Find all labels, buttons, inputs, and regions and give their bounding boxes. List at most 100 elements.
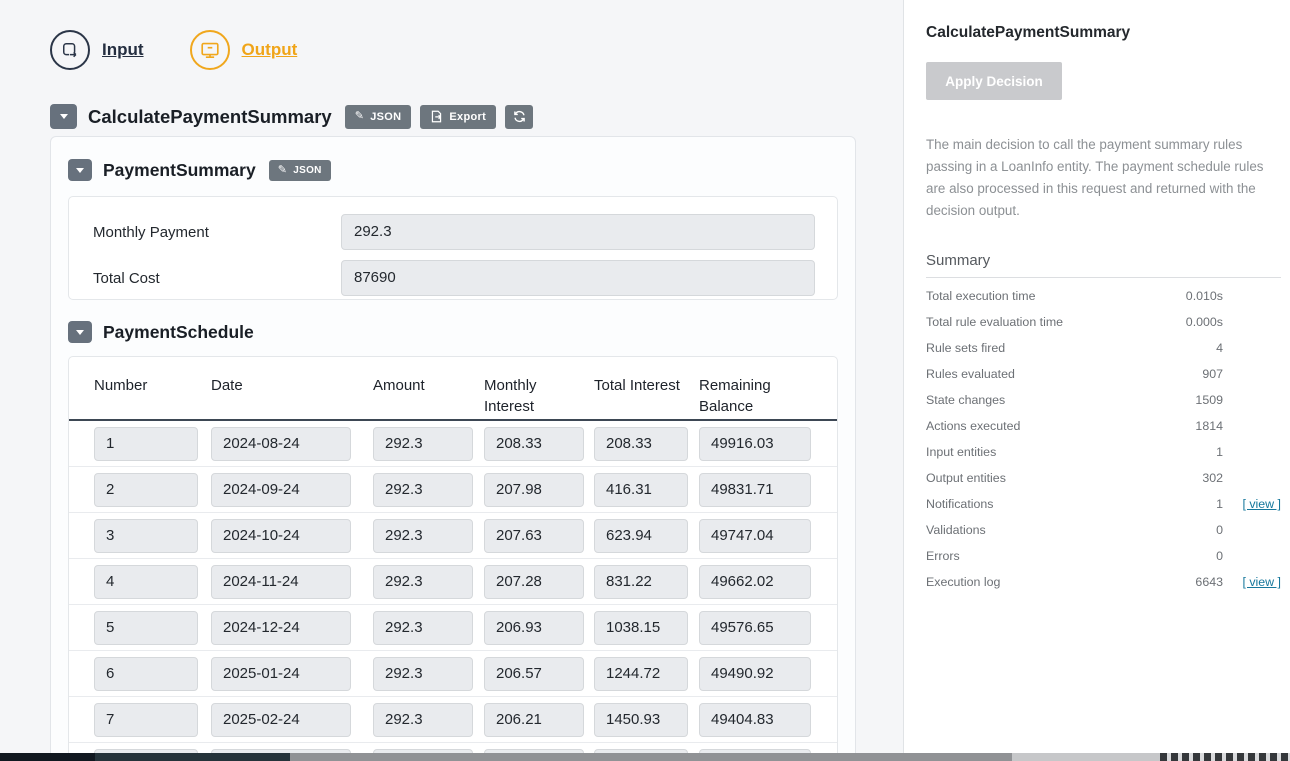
panel-title: CalculatePaymentSummary xyxy=(926,24,1280,42)
column-header-number: Number xyxy=(94,375,198,419)
cell-monthly-interest[interactable]: 208.33 xyxy=(484,427,584,461)
summary-stat-row: Notifications1[ view ] xyxy=(926,491,1281,517)
bottom-bar-segment xyxy=(1012,753,1160,761)
bottom-bar-segment xyxy=(0,753,95,761)
cell-total-interest[interactable]: 623.94 xyxy=(594,519,688,553)
cell-total-interest[interactable]: 208.33 xyxy=(594,427,688,461)
cell-remaining-balance[interactable]: 49916.03 xyxy=(699,427,811,461)
cell-number[interactable]: 1 xyxy=(94,427,198,461)
cell-date[interactable]: 2025-01-24 xyxy=(211,657,351,691)
cell-monthly-interest[interactable]: 207.28 xyxy=(484,565,584,599)
cell-number[interactable]: 7 xyxy=(94,703,198,737)
cell-amount[interactable]: 292.3 xyxy=(373,611,473,645)
table-row: 6 2025-01-24 292.3 206.57 1244.72 49490.92 xyxy=(69,651,837,697)
bottom-bar-scrollbar[interactable] xyxy=(290,753,1012,761)
apply-decision-button[interactable]: Apply Decision xyxy=(926,62,1062,100)
summary-stat-row: State changes1509 xyxy=(926,387,1281,413)
cell-date[interactable]: 2024-11-24 xyxy=(211,565,351,599)
schedule-body: 1 2024-08-24 292.3 208.33 208.33 49916.03 2 202… xyxy=(69,421,837,761)
summary-stat-row: Output entities302 xyxy=(926,465,1281,491)
tab-output[interactable]: Output xyxy=(190,30,298,70)
stat-view-slot: [ view ] xyxy=(1223,497,1281,511)
tab-input[interactable]: Input xyxy=(50,30,144,70)
column-header-remaining-balance: Remaining Balance xyxy=(699,375,811,419)
stat-value: 1 xyxy=(1163,497,1223,511)
view-link[interactable]: [ view ] xyxy=(1242,575,1281,589)
cell-remaining-balance[interactable]: 49404.83 xyxy=(699,703,811,737)
cell-amount[interactable]: 292.3 xyxy=(373,473,473,507)
cell-number[interactable]: 2 xyxy=(94,473,198,507)
refresh-icon xyxy=(513,110,526,123)
decision-info-panel: CalculatePaymentSummary Apply Decision T… xyxy=(903,0,1290,761)
cell-amount[interactable]: 292.3 xyxy=(373,703,473,737)
io-tabs: Input Output xyxy=(50,30,297,70)
output-monitor-icon xyxy=(190,30,230,70)
monthly-payment-label: Monthly Payment xyxy=(93,224,341,241)
cell-amount[interactable]: 292.3 xyxy=(373,427,473,461)
monthly-payment-input[interactable]: 292.3 xyxy=(341,214,815,250)
cell-total-interest[interactable]: 1038.15 xyxy=(594,611,688,645)
cell-monthly-interest[interactable]: 207.98 xyxy=(484,473,584,507)
cell-remaining-balance[interactable]: 49662.02 xyxy=(699,565,811,599)
total-cost-input[interactable]: 87690 xyxy=(341,260,815,296)
cell-monthly-interest[interactable]: 206.21 xyxy=(484,703,584,737)
summary-stat-row: Actions executed1814 xyxy=(926,413,1281,439)
cell-date[interactable]: 2025-02-24 xyxy=(211,703,351,737)
view-link[interactable]: [ view ] xyxy=(1242,497,1281,511)
cell-remaining-balance[interactable]: 49831.71 xyxy=(699,473,811,507)
payment-summary-json-button[interactable]: ✎ JSON xyxy=(269,160,331,181)
cell-remaining-balance[interactable]: 49576.65 xyxy=(699,611,811,645)
column-header-monthly-interest: Monthly Interest xyxy=(484,375,584,419)
cell-amount[interactable]: 292.3 xyxy=(373,519,473,553)
chevron-down-icon xyxy=(76,168,84,173)
stat-label: Validations xyxy=(926,523,1163,537)
cell-monthly-interest[interactable]: 206.93 xyxy=(484,611,584,645)
cell-number[interactable]: 4 xyxy=(94,565,198,599)
app-root: Input Output CalculatePaymentSummary ✎ J… xyxy=(0,0,1290,761)
collapse-payment-summary-button[interactable] xyxy=(68,159,92,181)
tab-input-label: Input xyxy=(102,40,144,60)
cell-number[interactable]: 3 xyxy=(94,519,198,553)
cell-date[interactable]: 2024-10-24 xyxy=(211,519,351,553)
cell-number[interactable]: 5 xyxy=(94,611,198,645)
cell-total-interest[interactable]: 1244.72 xyxy=(594,657,688,691)
collapse-decision-button[interactable] xyxy=(50,104,77,129)
summary-stat-row: Total rule evaluation time0.000s xyxy=(926,309,1281,335)
cell-amount[interactable]: 292.3 xyxy=(373,657,473,691)
tab-output-label: Output xyxy=(242,40,298,60)
cell-remaining-balance[interactable]: 49490.92 xyxy=(699,657,811,691)
stat-value: 0 xyxy=(1163,523,1223,537)
pencil-icon: ✎ xyxy=(278,165,288,176)
summary-stat-row: Errors0 xyxy=(926,543,1281,569)
cell-date[interactable]: 2024-12-24 xyxy=(211,611,351,645)
cell-date[interactable]: 2024-09-24 xyxy=(211,473,351,507)
input-icon xyxy=(50,30,90,70)
cell-monthly-interest[interactable]: 206.57 xyxy=(484,657,584,691)
stat-label: State changes xyxy=(926,393,1163,407)
payment-schedule-header: PaymentSchedule xyxy=(68,321,258,343)
stat-label: Output entities xyxy=(926,471,1163,485)
schedule-column-headers: NumberDateAmountMonthly InterestTotal In… xyxy=(69,357,837,421)
bottom-bar-clipped-text xyxy=(1160,753,1290,761)
stat-value: 907 xyxy=(1163,367,1223,381)
cell-number[interactable]: 6 xyxy=(94,657,198,691)
table-row: 5 2024-12-24 292.3 206.93 1038.15 49576.65 xyxy=(69,605,837,651)
summary-stat-row: Total execution time0.010s xyxy=(926,283,1281,309)
cell-amount[interactable]: 292.3 xyxy=(373,565,473,599)
cell-monthly-interest[interactable]: 207.63 xyxy=(484,519,584,553)
cell-total-interest[interactable]: 1450.93 xyxy=(594,703,688,737)
cell-total-interest[interactable]: 831.22 xyxy=(594,565,688,599)
export-button[interactable]: Export xyxy=(420,105,496,129)
total-cost-row: Total Cost 87690 xyxy=(93,260,815,296)
total-cost-label: Total Cost xyxy=(93,270,341,287)
payment-summary-json-label: JSON xyxy=(293,165,321,176)
refresh-button[interactable] xyxy=(505,105,533,129)
cell-remaining-balance[interactable]: 49747.04 xyxy=(699,519,811,553)
json-button[interactable]: ✎ JSON xyxy=(345,105,412,129)
cell-date[interactable]: 2024-08-24 xyxy=(211,427,351,461)
payment-summary-card: Monthly Payment 292.3 Total Cost 87690 xyxy=(68,196,838,300)
payment-summary-header: PaymentSummary ✎ JSON xyxy=(68,159,331,181)
json-button-label: JSON xyxy=(370,111,401,123)
cell-total-interest[interactable]: 416.31 xyxy=(594,473,688,507)
collapse-payment-schedule-button[interactable] xyxy=(68,321,92,343)
